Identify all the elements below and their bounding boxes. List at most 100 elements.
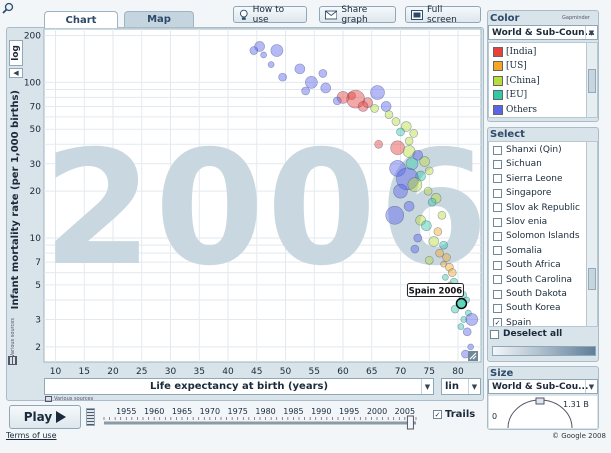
- legend-item[interactable]: [India]: [493, 45, 536, 58]
- select-item[interactable]: South Africa: [493, 258, 561, 272]
- data-point[interactable]: [424, 166, 434, 176]
- speed-icon[interactable]: [86, 408, 95, 426]
- size-min-label: 0: [492, 412, 498, 421]
- data-point[interactable]: [409, 129, 419, 138]
- select-item[interactable]: Shanxi (Qin): [493, 143, 562, 157]
- highlight-point[interactable]: [455, 297, 468, 310]
- size-dropdown[interactable]: World & Sub-Cou... ▼: [488, 379, 598, 394]
- data-point[interactable]: [305, 76, 318, 89]
- data-point[interactable]: [419, 156, 430, 167]
- trails-checkbox[interactable]: ✓: [433, 410, 442, 419]
- data-point[interactable]: [391, 117, 401, 126]
- data-point[interactable]: [320, 82, 332, 94]
- data-point[interactable]: [294, 63, 306, 75]
- x-axis-dropdown[interactable]: Life expectancy at birth (years) ▼: [44, 378, 434, 395]
- data-point[interactable]: [260, 51, 267, 59]
- data-point[interactable]: [421, 220, 432, 232]
- data-point[interactable]: [403, 200, 415, 212]
- select-checkbox[interactable]: [493, 174, 502, 184]
- data-point[interactable]: [385, 206, 405, 225]
- data-point[interactable]: [410, 244, 420, 254]
- select-checkbox[interactable]: [493, 159, 502, 169]
- color-dropdown[interactable]: World & Sub-Coun... ▼: [488, 25, 598, 40]
- data-point[interactable]: [467, 343, 474, 351]
- data-point[interactable]: [390, 140, 405, 156]
- data-point[interactable]: [439, 240, 448, 250]
- opacity-slider[interactable]: [492, 346, 596, 356]
- data-point[interactable]: [384, 110, 394, 119]
- select-checkbox[interactable]: [493, 289, 502, 299]
- data-point[interactable]: [423, 186, 433, 196]
- x-scale-dropdown[interactable]: lin ▼: [441, 378, 481, 395]
- data-point[interactable]: [380, 101, 392, 112]
- data-point[interactable]: [370, 104, 379, 113]
- play-button[interactable]: Play: [9, 405, 81, 429]
- data-point[interactable]: [442, 253, 451, 262]
- data-point[interactable]: [278, 72, 287, 82]
- select-item[interactable]: South Dakota: [493, 287, 567, 301]
- data-point[interactable]: [427, 197, 437, 207]
- data-point[interactable]: [442, 273, 449, 281]
- data-point[interactable]: [370, 85, 385, 100]
- deselect-all-button[interactable]: Deselect all: [490, 329, 562, 339]
- data-point[interactable]: [301, 86, 310, 96]
- deselect-all-checkbox[interactable]: [490, 329, 499, 339]
- legend-scrollbar[interactable]: [586, 43, 597, 117]
- data-point[interactable]: [413, 233, 423, 243]
- select-checkbox[interactable]: [493, 231, 502, 241]
- select-checkbox[interactable]: [493, 260, 502, 270]
- select-checkbox[interactable]: ✓: [493, 318, 502, 326]
- select-item[interactable]: South Carolina: [493, 273, 572, 287]
- select-checkbox[interactable]: [493, 303, 502, 313]
- legend-item[interactable]: [US]: [493, 60, 527, 73]
- data-point[interactable]: [270, 44, 284, 57]
- select-item[interactable]: ✓ Spain: [493, 316, 531, 326]
- legend-item[interactable]: [EU]: [493, 89, 527, 102]
- data-point[interactable]: [357, 101, 369, 112]
- data-point[interactable]: [424, 255, 434, 265]
- select-checkbox[interactable]: [493, 203, 502, 213]
- year-timeline[interactable]: 1955 1960 1965 1970 1975 1980 1985 1990 1995 2000…: [98, 403, 428, 431]
- select-item[interactable]: Sierra Leone: [493, 172, 563, 186]
- select-item-label: South Africa: [506, 260, 561, 271]
- select-item[interactable]: Singapore: [493, 186, 551, 200]
- select-item[interactable]: Sichuan: [493, 157, 542, 171]
- data-point[interactable]: [428, 236, 440, 247]
- data-point[interactable]: [433, 227, 443, 236]
- resize-icon[interactable]: [468, 351, 478, 361]
- trails-toggle[interactable]: ✓ Trails: [433, 409, 475, 420]
- select-checkbox[interactable]: [493, 145, 502, 155]
- data-point[interactable]: [407, 177, 423, 193]
- terms-link[interactable]: Terms of use: [6, 431, 57, 440]
- data-point[interactable]: [396, 127, 405, 137]
- select-item[interactable]: South Korea: [493, 301, 561, 315]
- select-item[interactable]: Slov ak Republic: [493, 201, 580, 215]
- legend-item[interactable]: Others: [493, 103, 537, 116]
- data-point[interactable]: [374, 139, 383, 149]
- select-checkbox[interactable]: [493, 246, 502, 256]
- select-checkbox[interactable]: [493, 275, 502, 285]
- data-point[interactable]: [404, 136, 414, 146]
- select-item[interactable]: Slov enia: [493, 215, 547, 229]
- data-point[interactable]: [457, 323, 465, 330]
- select-scroll-thumb[interactable]: [588, 268, 596, 290]
- data-point[interactable]: [462, 327, 472, 337]
- data-point[interactable]: [332, 96, 342, 106]
- data-point[interactable]: [318, 69, 328, 78]
- data-point[interactable]: [267, 61, 275, 68]
- data-point[interactable]: [465, 313, 479, 326]
- tab-chart[interactable]: Chart: [44, 11, 118, 28]
- select-item[interactable]: Solomon Islands: [493, 229, 580, 243]
- data-point[interactable]: [435, 248, 444, 258]
- select-item[interactable]: Somalia: [493, 244, 542, 258]
- legend-item[interactable]: [China]: [493, 74, 540, 87]
- legend-scroll-thumb[interactable]: [588, 69, 596, 93]
- data-point[interactable]: [437, 211, 447, 220]
- select-scrollbar[interactable]: [586, 142, 597, 326]
- data-point[interactable]: [447, 268, 457, 277]
- timeline-thumb[interactable]: [406, 415, 414, 430]
- select-checkbox[interactable]: [493, 217, 502, 227]
- data-point[interactable]: [249, 46, 259, 55]
- select-checkbox[interactable]: [493, 188, 502, 198]
- data-point[interactable]: [393, 183, 408, 199]
